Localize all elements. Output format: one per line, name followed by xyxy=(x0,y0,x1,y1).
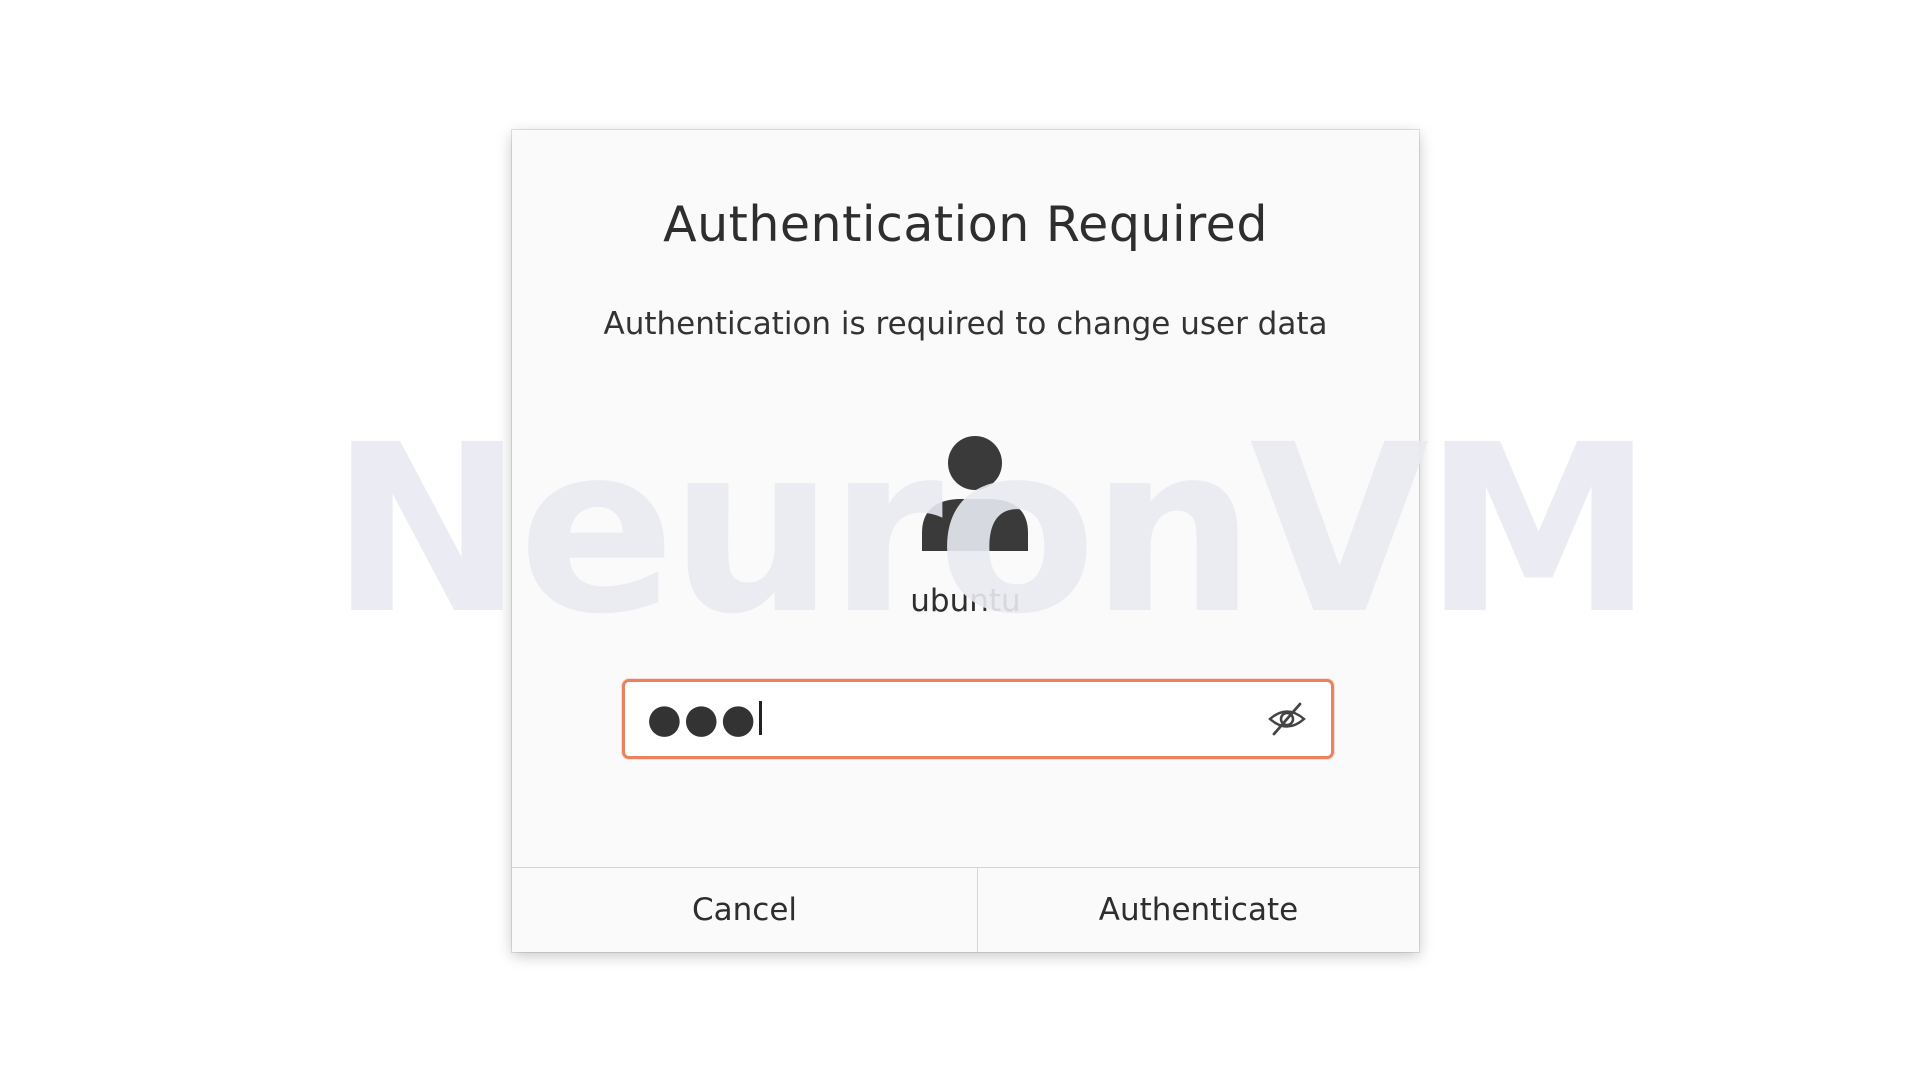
cancel-button[interactable]: Cancel xyxy=(512,868,978,952)
username-label: ubuntu xyxy=(910,583,1021,619)
authentication-dialog: Authentication Required Authentication i… xyxy=(512,130,1419,952)
password-input[interactable]: ●●● xyxy=(622,679,1334,759)
dialog-message: Authentication is required to change use… xyxy=(603,306,1328,342)
authenticate-button[interactable]: Authenticate xyxy=(978,868,1419,952)
eye-hidden-icon[interactable] xyxy=(1267,700,1307,738)
dialog-button-bar: Cancel Authenticate xyxy=(512,867,1419,952)
password-masked-value: ●●● xyxy=(647,696,762,742)
text-caret xyxy=(758,701,762,735)
user-avatar-icon xyxy=(920,435,1030,551)
dialog-title: Authentication Required xyxy=(663,196,1268,253)
